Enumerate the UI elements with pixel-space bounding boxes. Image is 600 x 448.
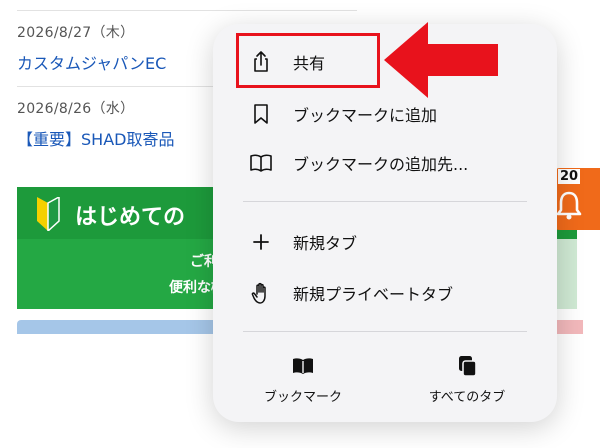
menu-separator — [243, 201, 527, 202]
menu-item-label: 新規タブ — [293, 234, 358, 253]
bookmarks-icon — [293, 358, 313, 374]
tabs-icon — [459, 356, 477, 377]
book-open-icon — [250, 154, 272, 172]
beginner-mark-icon — [37, 197, 60, 231]
notification-count: 20 — [558, 169, 581, 184]
menu-separator — [243, 331, 527, 332]
bookmark-icon — [254, 104, 268, 124]
bookmarks-button[interactable]: ブックマーク — [233, 354, 373, 414]
menu-item-new-private-tab[interactable]: 新規プライベートタブ — [237, 273, 537, 313]
plus-icon — [253, 234, 269, 250]
news-divider — [17, 10, 357, 11]
menu-item-label: ブックマークの追加先... — [293, 155, 469, 174]
banner-heading: はじめての — [75, 205, 186, 230]
all-tabs-label: すべてのタブ — [428, 390, 506, 405]
menu-item-add-bookmark-to[interactable]: ブックマークの追加先... — [237, 143, 537, 183]
bell-icon — [556, 191, 582, 220]
all-tabs-button[interactable]: すべてのタブ — [397, 354, 537, 414]
red-arrow-icon — [384, 22, 498, 98]
banner-side-strip — [557, 239, 577, 309]
bookmarks-label: ブックマーク — [263, 390, 342, 405]
menu-item-label: 新規プライベートタブ — [293, 285, 454, 304]
menu-item-label: ブックマークに追加 — [293, 106, 438, 125]
notification-button[interactable]: 20 — [550, 168, 600, 230]
hand-icon — [251, 282, 266, 304]
share-highlight-box — [236, 33, 380, 88]
menu-item-new-tab[interactable]: 新規タブ — [237, 222, 537, 262]
